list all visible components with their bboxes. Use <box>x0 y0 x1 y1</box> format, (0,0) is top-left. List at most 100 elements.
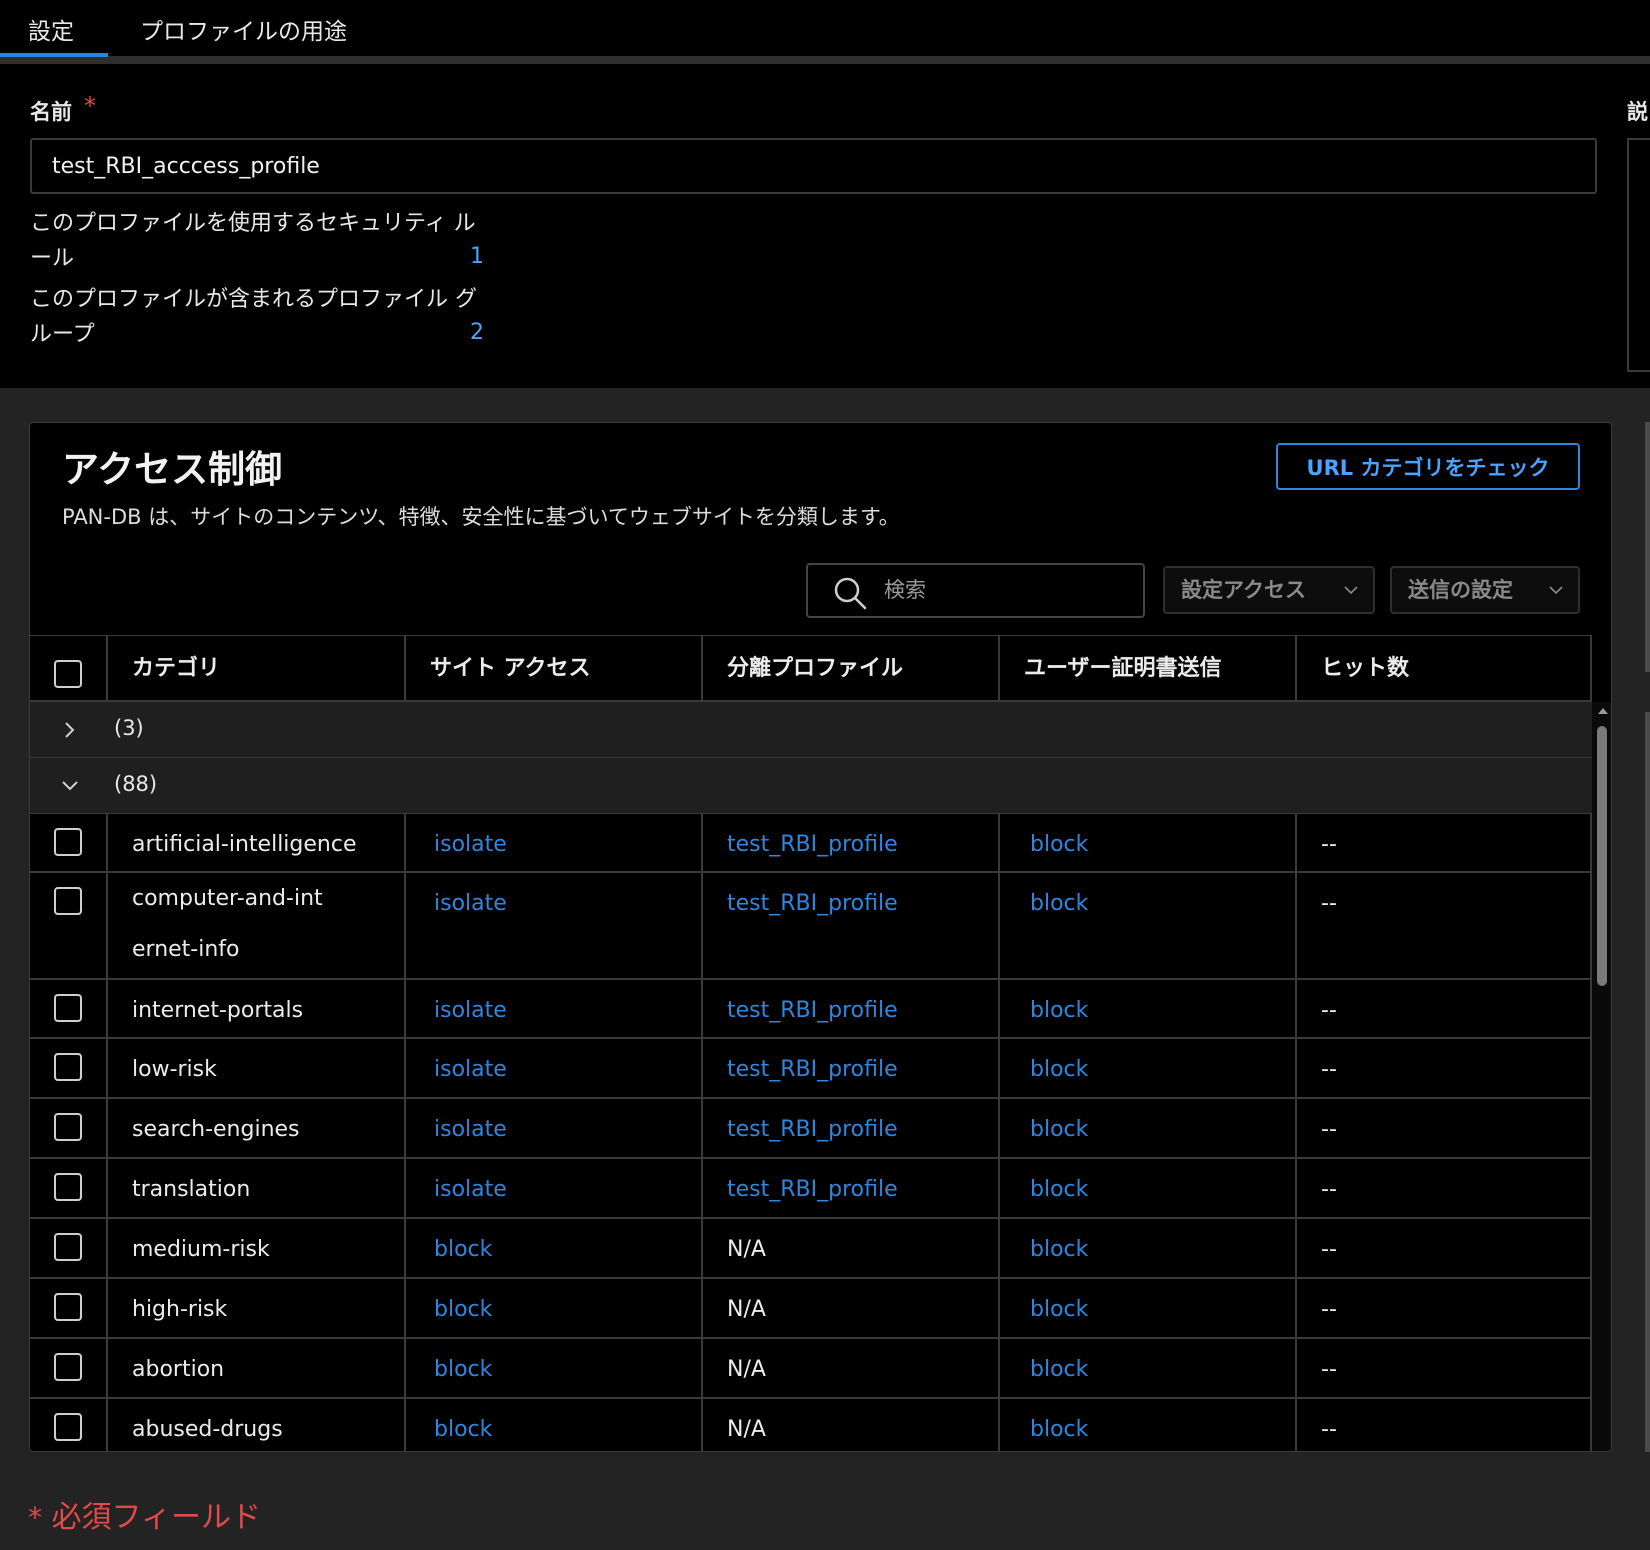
isolation-profile-link[interactable]: test_RBI_profile <box>703 873 1000 978</box>
site-access-link[interactable]: isolate <box>406 1039 703 1097</box>
table-header: カテゴリ サイト アクセス 分離プロファイル ユーザー証明書送信 ヒット数 <box>30 635 1592 702</box>
table-row: low-risk isolate test_RBI_profile block … <box>30 1039 1592 1099</box>
row-checkbox[interactable] <box>54 994 82 1022</box>
category-cell: medium-risk <box>108 1219 406 1277</box>
category-cell: internet-portals <box>108 980 406 1037</box>
scroll-up-arrow-icon[interactable] <box>1598 708 1608 714</box>
category-cell: translation <box>108 1159 406 1217</box>
row-checkbox[interactable] <box>54 1113 82 1141</box>
user-credential-link[interactable]: block <box>1000 814 1297 871</box>
row-checkbox[interactable] <box>54 1053 82 1081</box>
column-header-user-credential[interactable]: ユーザー証明書送信 <box>1000 636 1297 701</box>
column-header-isolation-profile[interactable]: 分離プロファイル <box>703 636 1000 701</box>
group-row-expanded[interactable]: (88) <box>30 758 1592 814</box>
hit-count-cell: -- <box>1297 814 1592 871</box>
chevron-right-icon[interactable] <box>58 718 82 742</box>
row-checkbox[interactable] <box>54 887 82 915</box>
description-field[interactable] <box>1627 138 1650 372</box>
user-credential-link[interactable]: block <box>1000 1099 1297 1157</box>
category-cell: low-risk <box>108 1039 406 1097</box>
tab-settings[interactable]: 設定 <box>28 12 74 46</box>
set-access-dropdown-label: 設定アクセス <box>1181 578 1306 602</box>
security-rules-count-link[interactable]: 1 <box>470 244 484 269</box>
row-select-cell <box>30 1219 108 1277</box>
site-access-link[interactable]: isolate <box>406 1099 703 1157</box>
column-header-site-access[interactable]: サイト アクセス <box>406 636 703 701</box>
user-credential-link[interactable]: block <box>1000 1159 1297 1217</box>
user-credential-link[interactable]: block <box>1000 1219 1297 1277</box>
required-field-text: 必須フィールド <box>51 1500 261 1535</box>
required-field-note: * 必須フィールド <box>28 1492 261 1536</box>
site-access-link[interactable]: isolate <box>406 873 703 978</box>
row-select-cell <box>30 814 108 871</box>
table-row: internet-portals isolate test_RBI_profil… <box>30 980 1592 1039</box>
group-row-collapsed[interactable]: (3) <box>30 702 1592 758</box>
hit-count-cell: -- <box>1297 1039 1592 1097</box>
row-checkbox[interactable] <box>54 1353 82 1381</box>
row-checkbox[interactable] <box>54 1233 82 1261</box>
isolation-profile-link[interactable]: test_RBI_profile <box>703 1039 1000 1097</box>
chevron-down-icon[interactable] <box>58 774 82 798</box>
table-row: computer-and-internet-info isolate test_… <box>30 873 1592 980</box>
check-url-category-button[interactable]: URL カテゴリをチェック <box>1276 443 1580 490</box>
description-label: 説 <box>1627 100 1648 124</box>
table-row: translation isolate test_RBI_profile blo… <box>30 1159 1592 1219</box>
table-row: high-risk block N/A block -- <box>30 1279 1592 1339</box>
access-control-card: アクセス制御 PAN-DB は、サイトのコンテンツ、特徴、安全性に基づいてウェブ… <box>29 422 1612 1452</box>
required-star: * <box>28 1501 42 1534</box>
row-select-cell <box>30 1039 108 1097</box>
isolation-profile-link[interactable]: test_RBI_profile <box>703 1159 1000 1217</box>
profile-groups-count-link[interactable]: 2 <box>470 320 484 345</box>
column-header-category[interactable]: カテゴリ <box>108 636 406 701</box>
group-label: (88) <box>114 772 158 796</box>
side-panel-edge <box>1645 712 1650 1452</box>
table-scrollbar[interactable] <box>1592 702 1611 1451</box>
access-control-description: PAN-DB は、サイトのコンテンツ、特徴、安全性に基づいてウェブサイトを分類し… <box>62 505 900 529</box>
category-cell: computer-and-internet-info <box>108 873 406 978</box>
isolation-profile-cell: N/A <box>703 1279 1000 1337</box>
site-access-link[interactable]: block <box>406 1339 703 1397</box>
name-input[interactable] <box>30 138 1597 194</box>
category-text: computer-and-internet-info <box>132 886 323 962</box>
chevron-down-icon <box>1549 586 1563 595</box>
tab-profile-usage[interactable]: プロファイルの用途 <box>140 12 347 46</box>
access-control-title: アクセス制御 <box>62 448 283 491</box>
search-input[interactable] <box>884 575 1124 605</box>
isolation-profile-link[interactable]: test_RBI_profile <box>703 814 1000 871</box>
scrollbar-thumb[interactable] <box>1597 726 1607 986</box>
send-settings-dropdown[interactable]: 送信の設定 <box>1390 566 1580 614</box>
site-access-link[interactable]: isolate <box>406 980 703 1037</box>
row-select-cell <box>30 980 108 1037</box>
hit-count-cell: -- <box>1297 1279 1592 1337</box>
table-row: search-engines isolate test_RBI_profile … <box>30 1099 1592 1159</box>
row-select-cell <box>30 1339 108 1397</box>
isolation-profile-link[interactable]: test_RBI_profile <box>703 980 1000 1037</box>
user-credential-link[interactable]: block <box>1000 1339 1297 1397</box>
site-access-link[interactable]: block <box>406 1219 703 1277</box>
user-credential-link[interactable]: block <box>1000 873 1297 978</box>
tab-bar: 設定 プロファイルの用途 <box>0 0 1650 64</box>
row-checkbox[interactable] <box>54 1173 82 1201</box>
row-checkbox[interactable] <box>54 1293 82 1321</box>
user-credential-link[interactable]: block <box>1000 1279 1297 1337</box>
user-credential-link[interactable]: block <box>1000 1039 1297 1097</box>
user-credential-link[interactable]: block <box>1000 980 1297 1037</box>
chevron-down-icon <box>1344 586 1358 595</box>
row-select-cell <box>30 1399 108 1451</box>
site-access-link[interactable]: block <box>406 1279 703 1337</box>
name-label: 名前 <box>30 100 72 124</box>
required-star: * <box>84 92 96 120</box>
user-credential-link[interactable]: block <box>1000 1399 1297 1451</box>
isolation-profile-link[interactable]: test_RBI_profile <box>703 1099 1000 1157</box>
isolation-profile-cell: N/A <box>703 1219 1000 1277</box>
column-header-hit-count[interactable]: ヒット数 <box>1297 636 1592 701</box>
row-checkbox[interactable] <box>54 1413 82 1441</box>
isolation-profile-cell: N/A <box>703 1399 1000 1451</box>
site-access-link[interactable]: block <box>406 1399 703 1451</box>
site-access-link[interactable]: isolate <box>406 1159 703 1217</box>
site-access-link[interactable]: isolate <box>406 814 703 871</box>
row-checkbox[interactable] <box>54 828 82 856</box>
row-select-cell <box>30 1099 108 1157</box>
set-access-dropdown[interactable]: 設定アクセス <box>1163 566 1375 614</box>
select-all-checkbox[interactable] <box>54 660 82 688</box>
